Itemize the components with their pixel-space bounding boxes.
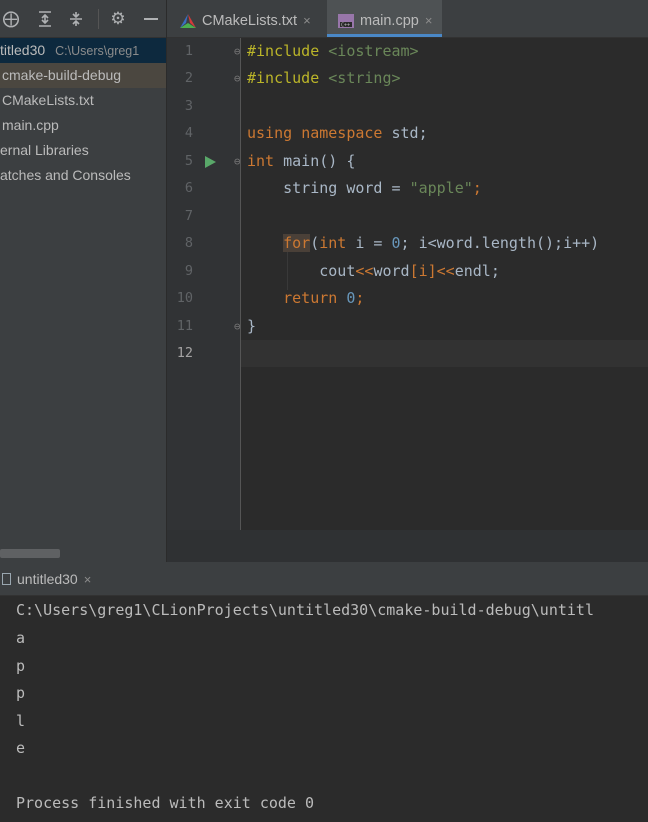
tree-item-label: atches and Consoles: [0, 167, 131, 183]
code-line-6: string word = "apple";: [283, 179, 482, 197]
console-output-line: a: [16, 629, 26, 647]
project-tool-window: ⨁ ⚙ titled30 C:\Users\greg1 cmake-build-d…: [0, 0, 166, 562]
line-number: 5: [184, 153, 193, 169]
run-gutter-icon[interactable]: [205, 156, 216, 168]
run-config-icon: [2, 573, 11, 585]
close-icon[interactable]: ×: [425, 13, 433, 28]
line-number: 2: [184, 70, 193, 86]
line-number: 8: [184, 235, 193, 251]
collapse-all-icon[interactable]: [65, 8, 87, 30]
code-line-2: #include <string>: [247, 69, 401, 87]
current-line-highlight: [241, 340, 648, 367]
tab-label: CMakeLists.txt: [202, 13, 298, 29]
line-number: 6: [184, 180, 193, 196]
line-number: 11: [176, 318, 193, 334]
tab-run-untitled30[interactable]: untitled30 ×: [0, 568, 91, 590]
project-root-path: C:\Users\greg1: [55, 44, 140, 58]
tree-item-cmakelists[interactable]: CMakeLists.txt: [0, 88, 166, 113]
code-line-9: cout<<word[i]<<endl;: [319, 262, 500, 280]
svg-text:C++: C++: [341, 23, 350, 29]
run-tool-window: untitled30 × C:\Users\greg1\CLionProjects…: [0, 562, 648, 822]
cmake-icon: [180, 14, 196, 29]
tab-label: main.cpp: [360, 13, 419, 29]
code-line-5: int main() {: [247, 152, 356, 170]
tree-item-root[interactable]: titled30 C:\Users\greg1: [0, 38, 166, 63]
run-tab-label: untitled30: [17, 571, 78, 587]
console-output-line: p: [16, 684, 26, 702]
line-number: 4: [184, 125, 193, 141]
tree-item-label: cmake-build-debug: [2, 67, 122, 83]
run-header: untitled30 ×: [0, 562, 648, 596]
tree-item-main-cpp[interactable]: main.cpp: [0, 113, 166, 138]
line-number-current: 12: [176, 345, 193, 361]
tree-item-cmake-build-debug[interactable]: cmake-build-debug: [0, 63, 166, 88]
console-output[interactable]: C:\Users\greg1\CLionProjects\untitled30\…: [0, 596, 648, 822]
line-number: 7: [184, 208, 193, 224]
horizontal-scrollbar[interactable]: [0, 549, 60, 558]
cpp-file-icon: C++: [338, 14, 354, 29]
editor: CMakeLists.txt × C++ main.cpp × 1 2 3 4 5 …: [167, 0, 648, 562]
tree-item-scratches-consoles[interactable]: atches and Consoles: [0, 163, 166, 188]
minimize-icon[interactable]: [140, 8, 162, 30]
project-root-name: titled30: [0, 42, 46, 58]
tree-item-label: ernal Libraries: [0, 142, 89, 158]
line-number: 1: [184, 43, 193, 59]
expand-all-icon[interactable]: [34, 8, 56, 30]
tab-cmakelists[interactable]: CMakeLists.txt ×: [179, 0, 311, 37]
project-tree: titled30 C:\Users\greg1 cmake-build-debug…: [0, 38, 166, 188]
code-line-1: #include <iostream>: [247, 42, 419, 60]
tree-item-external-libraries[interactable]: ernal Libraries: [0, 138, 166, 163]
code-line-11: }: [247, 317, 257, 335]
close-icon[interactable]: ×: [303, 13, 311, 28]
editor-bottom-strip: [167, 530, 648, 562]
line-number-gutter: 1 2 3 4 5 6 7 8 9 10 11 12 ⊖ ⊖ ⊖ ⊖: [167, 38, 241, 530]
code-line-10: return 0;: [283, 289, 365, 307]
tree-item-label: main.cpp: [2, 117, 59, 133]
code-line-8: for(int i = 0; i<word.length();i++): [283, 234, 600, 252]
line-number: 9: [184, 263, 193, 279]
tree-item-label: CMakeLists.txt: [2, 92, 94, 108]
console-exit-message: Process finished with exit code 0: [16, 794, 315, 812]
toolbar-separator: [98, 9, 99, 29]
tab-main-cpp[interactable]: C++ main.cpp ×: [327, 0, 443, 37]
editor-tabs: CMakeLists.txt × C++ main.cpp ×: [167, 0, 648, 38]
line-number: 10: [176, 290, 193, 306]
console-output-line: l: [16, 712, 26, 730]
console-output-line: e: [16, 739, 26, 757]
crosshair-icon[interactable]: ⨁: [0, 8, 22, 30]
console-path-line: C:\Users\greg1\CLionProjects\untitled30\…: [16, 601, 594, 619]
code-area[interactable]: #include <iostream> #include <string> us…: [241, 38, 648, 530]
gear-icon[interactable]: ⚙: [107, 8, 129, 30]
close-icon[interactable]: ×: [84, 572, 92, 587]
project-toolbar: ⨁ ⚙: [0, 0, 166, 38]
code-line-4: using namespace std;: [247, 124, 428, 142]
console-output-line: p: [16, 657, 26, 675]
line-number: 3: [184, 98, 193, 114]
